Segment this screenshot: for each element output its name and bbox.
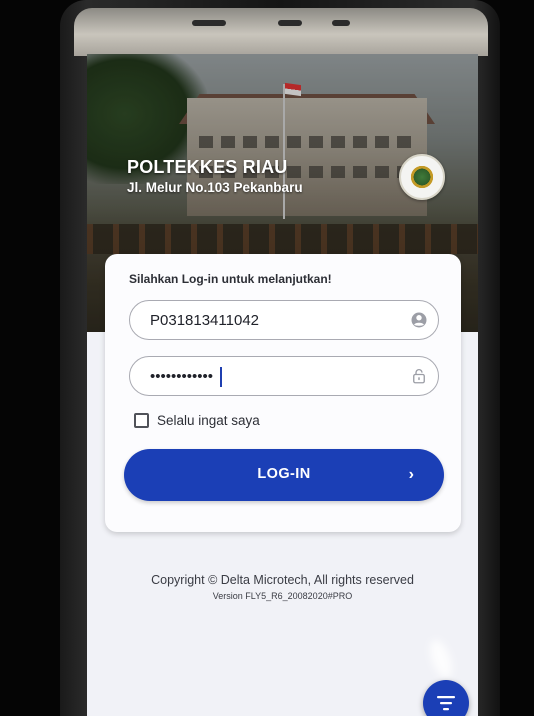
institution-name: POLTEKKES RIAU xyxy=(127,157,288,177)
username-field[interactable] xyxy=(129,300,439,340)
filter-icon xyxy=(437,696,455,711)
institution-emblem-icon xyxy=(399,154,445,200)
app-screen: POLTEKKES RIAU Jl. Melur No.103 Pekanbar… xyxy=(87,54,478,716)
version-text: Version FLY5_R6_20082020#PRO xyxy=(212,591,353,601)
front-camera xyxy=(332,20,350,26)
speaker-grille xyxy=(192,20,226,26)
emblem-center xyxy=(409,164,435,190)
password-field[interactable] xyxy=(129,356,439,396)
remember-me-label: Selalu ingat saya xyxy=(157,412,260,428)
remember-me-checkbox[interactable] xyxy=(134,412,149,428)
text-cursor xyxy=(220,367,222,387)
screen-glare xyxy=(425,637,457,681)
front-sensor xyxy=(278,20,302,26)
login-prompt: Silahkan Log-in untuk melanjutkan! xyxy=(129,272,332,286)
username-input[interactable] xyxy=(150,301,400,339)
login-button[interactable]: LOG-IN › xyxy=(124,449,444,501)
chevron-right-icon: › xyxy=(408,466,414,483)
phone-top-frame xyxy=(74,8,488,56)
filter-fab-button[interactable] xyxy=(423,680,469,716)
user-account-icon xyxy=(411,312,427,328)
copyright-text: Copyright © Delta Microtech, All rights … xyxy=(151,573,414,587)
login-button-label: LOG-IN xyxy=(257,466,311,482)
lock-icon xyxy=(413,369,425,384)
institution-address: Jl. Melur No.103 Pekanbaru xyxy=(127,180,303,195)
remember-me-option[interactable]: Selalu ingat saya xyxy=(134,410,260,430)
password-input[interactable] xyxy=(150,357,400,395)
